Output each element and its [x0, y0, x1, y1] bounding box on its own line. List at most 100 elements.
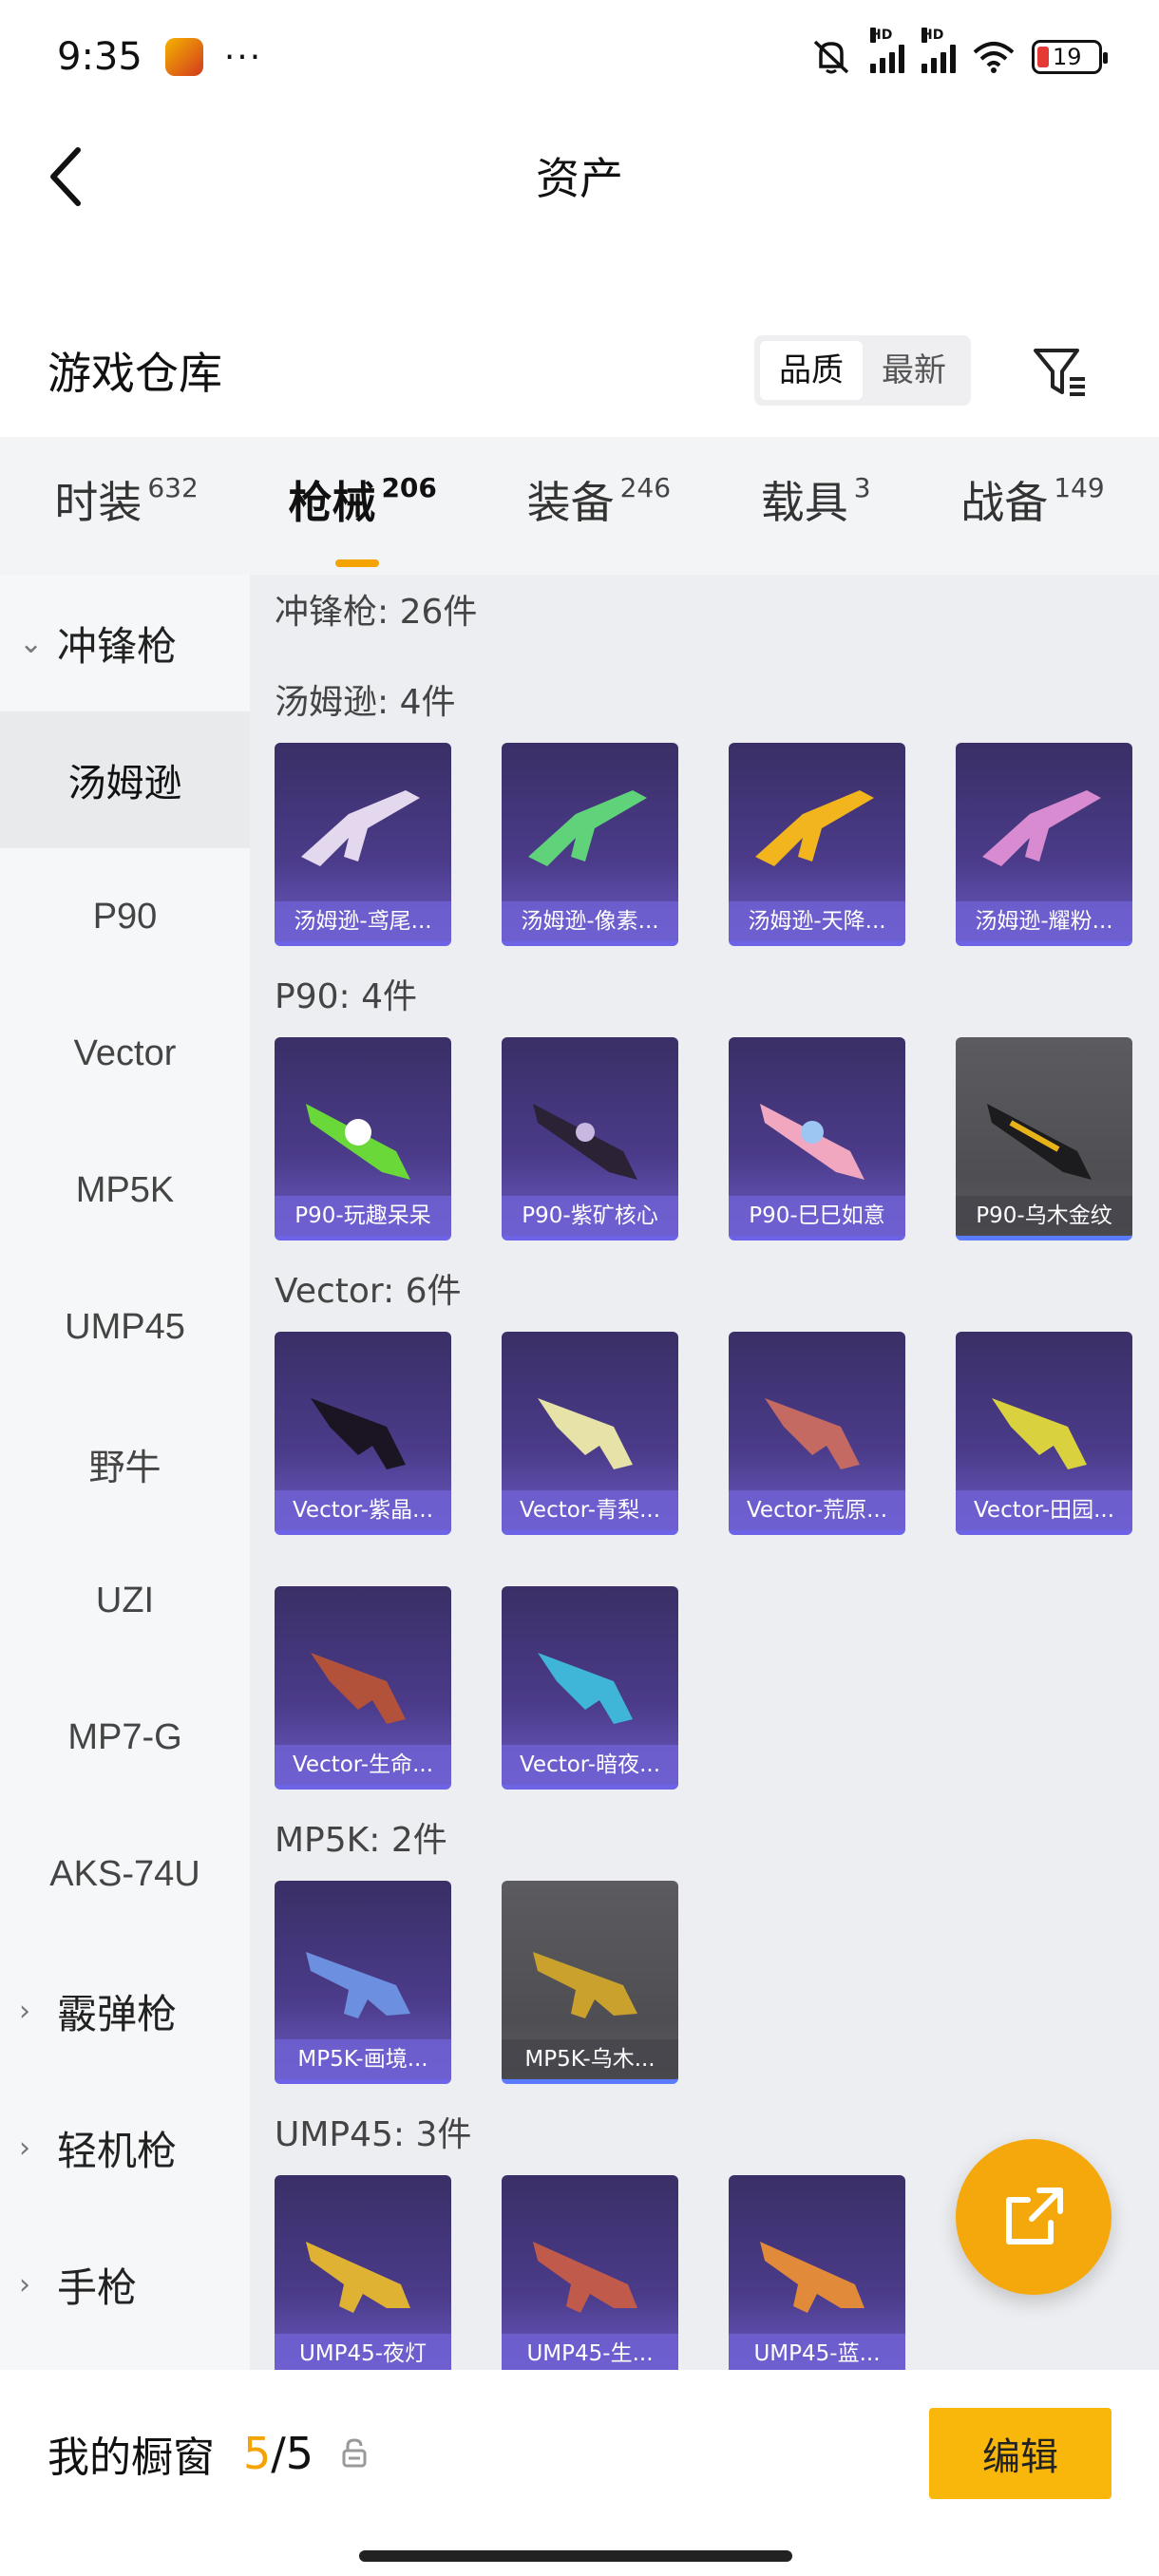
gun-skin-icon — [306, 2242, 410, 2313]
page-title: 资产 — [536, 153, 623, 204]
showcase-total-count: 5 — [285, 2427, 314, 2479]
weapon-card[interactable]: 汤姆逊-天降... — [729, 743, 905, 946]
tab-label: 枪械 — [288, 476, 376, 528]
weapon-name: 汤姆逊-像素... — [502, 901, 678, 941]
external-link-icon — [1006, 2188, 1063, 2245]
tab-count: 149 — [1054, 471, 1105, 503]
status-bar: 9:35 ··· HD HD 19 — [0, 0, 1159, 114]
gun-skin-icon — [311, 1653, 406, 1724]
chevron-right-icon: › — [19, 2267, 30, 2301]
status-time: 9:35 — [57, 35, 142, 79]
tab-count: 246 — [619, 471, 672, 503]
gun-skin-icon — [982, 790, 1101, 866]
weapon-card[interactable]: 汤姆逊-像素... — [502, 743, 678, 946]
weapon-name: Vector-田园... — [956, 1490, 1132, 1530]
warehouse-title: 游戏仓库 — [48, 348, 222, 399]
sidebar-item-mp5k[interactable]: MP5K — [0, 1122, 250, 1259]
gun-skin-icon — [533, 1104, 637, 1180]
sidebar-category-lmg[interactable]: › 轻机枪 — [0, 2079, 250, 2216]
weapon-card[interactable]: Vector-田园... — [956, 1332, 1132, 1535]
tab-count: 206 — [381, 471, 437, 503]
weapon-name: UMP45-蓝... — [729, 2334, 905, 2370]
tab-equipment[interactable]: 装备 246 — [527, 468, 671, 544]
sidebar-item-ump45[interactable]: UMP45 — [0, 1259, 250, 1395]
weapon-name: MP5K-画境... — [275, 2039, 451, 2079]
tab-count: 632 — [147, 471, 199, 503]
weapon-card[interactable]: 汤姆逊-鸢尾... — [275, 743, 451, 946]
gun-skin-icon — [538, 1653, 633, 1724]
gun-skin-icon — [533, 2242, 637, 2313]
gun-skin-icon — [311, 1398, 406, 1469]
weapon-card[interactable]: Vector-荒原... — [729, 1332, 905, 1535]
sidebar-item-aks74u[interactable]: AKS-74U — [0, 1806, 250, 1942]
home-indicator[interactable] — [359, 2550, 792, 2562]
weapon-card[interactable]: UMP45-蓝... — [729, 2175, 905, 2370]
weapon-name: UMP45-夜灯 — [275, 2334, 451, 2370]
smg-total-header: 冲锋枪: 26件 — [275, 593, 478, 632]
weapon-type-sidebar: ⌄ 冲锋枪 汤姆逊 P90 Vector MP5K UMP45 野牛 UZI MP… — [0, 575, 250, 2370]
page-header: 资产 — [0, 114, 1159, 237]
gun-skin-icon — [992, 1398, 1087, 1469]
more-notifications-icon: ··· — [223, 37, 263, 77]
showcase-bar: 我的橱窗 5/5 编辑 — [0, 2370, 1159, 2536]
sort-latest-button[interactable]: 最新 — [863, 341, 965, 400]
weapon-card[interactable]: P90-玩趣呆呆 — [275, 1037, 451, 1241]
weapon-name: 汤姆逊-鸢尾... — [275, 901, 451, 941]
sidebar-category-label: 冲锋枪 — [57, 622, 178, 670]
weapon-name: P90-玩趣呆呆 — [275, 1196, 451, 1236]
weapon-card[interactable]: UMP45-生... — [502, 2175, 678, 2370]
weapon-card[interactable]: Vector-青梨... — [502, 1332, 678, 1535]
weapon-name: Vector-暗夜... — [502, 1745, 678, 1785]
weapon-name: Vector-荒原... — [729, 1490, 905, 1530]
sidebar-category-smg[interactable]: ⌄ 冲锋枪 — [0, 575, 250, 711]
sidebar-item-mp7g[interactable]: MP7-G — [0, 1669, 250, 1806]
share-floating-button[interactable] — [956, 2139, 1112, 2295]
filter-icon — [1034, 349, 1085, 396]
weapon-card[interactable]: MP5K-乌木... — [502, 1881, 678, 2084]
weapon-card[interactable]: Vector-生命... — [275, 1586, 451, 1790]
tab-tactical[interactable]: 战备 149 — [960, 468, 1104, 544]
showcase-used-count: 5 — [243, 2427, 272, 2479]
edit-showcase-button[interactable]: 编辑 — [929, 2407, 1112, 2499]
sidebar-item-vector[interactable]: Vector — [0, 985, 250, 1122]
active-tab-indicator — [335, 559, 380, 567]
chevron-right-icon: › — [19, 2131, 30, 2165]
weapon-card[interactable]: MP5K-画境... — [275, 1881, 451, 2084]
chevron-right-icon: › — [19, 1994, 30, 2028]
sidebar-category-label: 霰弹枪 — [57, 1990, 178, 2037]
tab-firearms[interactable]: 枪械 206 — [288, 468, 437, 567]
gun-skin-icon — [538, 1398, 633, 1469]
weapon-card[interactable]: UMP45-夜灯 — [275, 2175, 451, 2370]
weapon-card[interactable]: 汤姆逊-耀粉... — [956, 743, 1132, 946]
tab-label: 时装 — [54, 476, 142, 528]
gun-skin-icon — [760, 2242, 864, 2313]
battery-level: 19 — [1053, 44, 1082, 70]
weapon-name: Vector-紫晶... — [275, 1490, 451, 1530]
sidebar-category-shotgun[interactable]: › 霰弹枪 — [0, 1942, 250, 2079]
sidebar-item-p90[interactable]: P90 — [0, 848, 250, 985]
weapon-card[interactable]: P90-紫矿核心 — [502, 1037, 678, 1241]
tab-vehicles[interactable]: 载具 3 — [761, 468, 871, 544]
wifi-icon — [973, 42, 1015, 73]
weapon-card[interactable]: Vector-紫晶... — [275, 1332, 451, 1535]
weapon-name: MP5K-乌木... — [502, 2039, 678, 2079]
sidebar-item-bizon[interactable]: 野牛 — [0, 1395, 250, 1532]
category-tabs: 时装 632 枪械 206 装备 246 载具 3 战备 149 — [0, 437, 1159, 575]
back-button[interactable] — [38, 147, 91, 206]
showcase-count: 5/5 — [243, 2428, 314, 2479]
sidebar-item-uzi[interactable]: UZI — [0, 1532, 250, 1669]
sidebar-category-pistol[interactable]: › 手枪 — [0, 2216, 250, 2353]
filter-button[interactable] — [1026, 337, 1092, 404]
battery-icon: 19 — [1032, 40, 1108, 74]
gun-skin-icon — [987, 1104, 1092, 1180]
sort-quality-button[interactable]: 品质 — [760, 341, 863, 400]
gun-skin-icon — [760, 1104, 864, 1180]
weapon-name: P90-紫矿核心 — [502, 1196, 678, 1236]
tab-fashion[interactable]: 时装 632 — [54, 468, 198, 544]
weapon-card[interactable]: Vector-暗夜... — [502, 1586, 678, 1790]
sidebar-item-tommy[interactable]: 汤姆逊 — [0, 711, 250, 848]
tab-count: 3 — [853, 471, 871, 503]
weapon-card[interactable]: P90-巳巳如意 — [729, 1037, 905, 1241]
weapon-grid: 冲锋枪: 26件 汤姆逊: 4件 汤姆逊-鸢尾... 汤姆逊-像素... 汤姆逊… — [250, 575, 1159, 2370]
weapon-card[interactable]: P90-乌木金纹 — [956, 1037, 1132, 1241]
